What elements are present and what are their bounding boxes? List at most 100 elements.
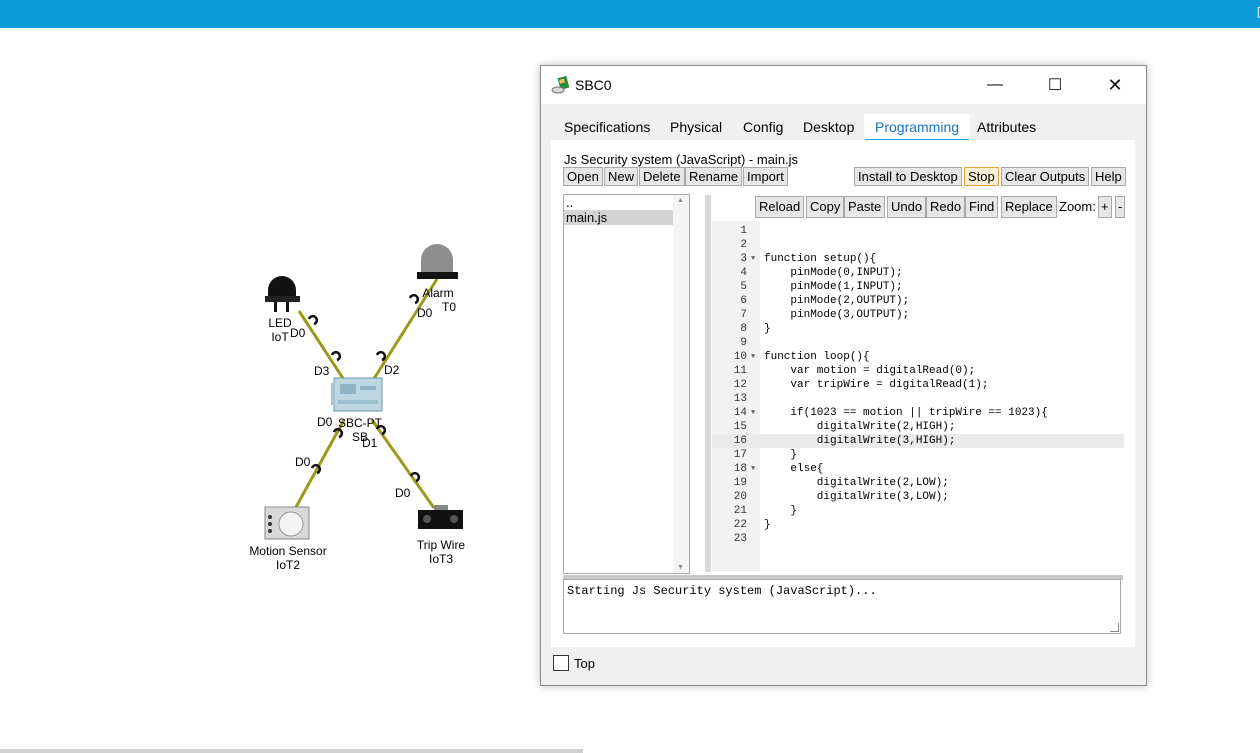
fold-arrow-icon[interactable]: ▼ — [751, 252, 755, 266]
zoom-in-button[interactable]: + — [1098, 196, 1112, 218]
tab-attributes[interactable]: Attributes — [966, 114, 1047, 140]
led-label: LED IoT — [268, 316, 292, 344]
scroll-down-arrow-icon[interactable]: ▼ — [677, 564, 684, 571]
code-line[interactable]: 16 digitalWrite(3,HIGH); — [712, 434, 1124, 448]
tab-bar: Specifications Physical Config Desktop P… — [553, 114, 1135, 142]
close-button[interactable]: ✕ — [1092, 66, 1138, 104]
connector-sbc-d3 — [330, 350, 342, 362]
output-text: Starting Js Security system (JavaScript)… — [567, 584, 877, 598]
window-title: SBC0 — [575, 77, 612, 93]
find-button[interactable]: Find — [965, 196, 999, 218]
file-list-scrollbar[interactable]: ▲ ▼ — [673, 195, 689, 573]
line-number: 17 — [733, 449, 747, 461]
import-button[interactable]: Import — [743, 167, 788, 186]
window-titlebar[interactable]: SBC0 — ☐ ✕ — [541, 66, 1146, 104]
connector-sbc-d2 — [375, 350, 387, 362]
code-text: digitalWrite(3,LOW); — [764, 491, 949, 503]
code-line[interactable]: 3 ▼ function setup(){ — [712, 252, 1124, 266]
code-text: } — [764, 323, 771, 335]
code-line[interactable]: 20 digitalWrite(3,LOW); — [712, 490, 1124, 504]
code-line[interactable]: 15 digitalWrite(2,HIGH); — [712, 420, 1124, 434]
app-top-bar: [ — [0, 0, 1260, 28]
sbc-board-icon[interactable] — [331, 377, 383, 412]
undo-button[interactable]: Undo — [887, 196, 927, 218]
install-to-desktop-button[interactable]: Install to Desktop — [854, 167, 962, 186]
code-line[interactable]: 12 var tripWire = digitalRead(1); — [712, 378, 1124, 392]
code-text: pinMode(0,INPUT); — [764, 267, 903, 279]
code-line[interactable]: 2 — [712, 238, 1124, 252]
tab-specifications[interactable]: Specifications — [553, 114, 661, 140]
scroll-up-arrow-icon[interactable]: ▲ — [677, 197, 684, 204]
code-line[interactable]: 23 — [712, 532, 1124, 546]
redo-button[interactable]: Redo — [926, 196, 966, 218]
connector-led — [307, 314, 319, 326]
line-number: 9 — [740, 337, 747, 349]
rename-button[interactable]: Rename — [685, 167, 743, 186]
code-line[interactable]: 9 — [712, 336, 1124, 350]
code-text: } — [764, 519, 771, 531]
reload-button[interactable]: Reload — [755, 196, 805, 218]
code-line[interactable]: 4 pinMode(0,INPUT); — [712, 266, 1124, 280]
horizontal-scrollbar[interactable] — [0, 749, 583, 753]
zoom-out-button[interactable]: - — [1115, 196, 1126, 218]
sbc-port-d0-label: D0 — [317, 415, 333, 429]
line-number: 22 — [733, 519, 747, 531]
led-device-icon[interactable] — [265, 276, 300, 312]
code-line[interactable]: 1 — [712, 224, 1124, 238]
output-console[interactable]: Starting Js Security system (JavaScript)… — [563, 579, 1121, 634]
pane-splitter[interactable] — [705, 195, 711, 572]
minimize-button[interactable]: — — [972, 66, 1018, 104]
copy-button[interactable]: Copy — [806, 196, 845, 218]
tab-desktop[interactable]: Desktop — [792, 114, 865, 140]
tab-physical[interactable]: Physical — [659, 114, 733, 140]
code-line[interactable]: 22} — [712, 518, 1124, 532]
line-number: 15 — [733, 421, 747, 433]
file-item-parent[interactable]: .. — [564, 195, 689, 210]
fold-arrow-icon[interactable]: ▼ — [751, 406, 755, 420]
code-text: } — [764, 449, 798, 461]
tab-programming[interactable]: Programming — [864, 114, 971, 142]
code-line[interactable]: 13 — [712, 392, 1124, 406]
paste-button[interactable]: Paste — [844, 196, 886, 218]
file-item-main-js[interactable]: main.js — [564, 210, 673, 225]
code-line[interactable]: 17 } — [712, 448, 1124, 462]
delete-button[interactable]: Delete — [639, 167, 685, 186]
resize-grip-icon[interactable] — [1110, 623, 1119, 632]
code-line[interactable]: 10 ▼ function loop(){ — [712, 350, 1124, 364]
project-title: Js Security system (JavaScript) - main.j… — [564, 152, 799, 167]
maximize-button[interactable]: ☐ — [1032, 66, 1078, 104]
code-line[interactable]: 6 pinMode(2,OUTPUT); — [712, 294, 1124, 308]
alarm-device-icon[interactable] — [417, 244, 458, 279]
motion-sensor-icon[interactable] — [264, 506, 310, 540]
open-button[interactable]: Open — [563, 167, 603, 186]
file-list[interactable]: .. main.js ▲ ▼ — [563, 194, 690, 574]
code-editor[interactable]: 1 2 3 ▼ function setup(){4 pinMode(0,INPUT);… — [712, 221, 1124, 572]
top-checkbox[interactable] — [553, 655, 569, 671]
new-button[interactable]: New — [604, 167, 639, 186]
code-line[interactable]: 21 } — [712, 504, 1124, 518]
clear-outputs-button[interactable]: Clear Outputs — [1001, 167, 1090, 186]
code-line[interactable]: 5 pinMode(1,INPUT); — [712, 280, 1124, 294]
code-line[interactable]: 14 ▼ if(1023 == motion || tripWire == 102… — [712, 406, 1124, 420]
stop-button[interactable]: Stop — [964, 167, 999, 186]
help-button[interactable]: Help — [1091, 167, 1126, 186]
code-line[interactable]: 11 var motion = digitalRead(0); — [712, 364, 1124, 378]
code-line[interactable]: 8} — [712, 322, 1124, 336]
line-number: 4 — [740, 267, 747, 279]
fold-arrow-icon[interactable]: ▼ — [751, 350, 755, 364]
code-line[interactable]: 18 ▼ else{ — [712, 462, 1124, 476]
tab-config[interactable]: Config — [732, 114, 794, 140]
code-line[interactable]: 7 pinMode(3,OUTPUT); — [712, 308, 1124, 322]
line-number: 16 — [733, 435, 747, 447]
code-text: function setup(){ — [764, 253, 877, 265]
line-number: 21 — [733, 505, 747, 517]
code-text: pinMode(1,INPUT); — [764, 281, 903, 293]
replace-button[interactable]: Replace — [1001, 196, 1057, 218]
line-number: 23 — [733, 533, 747, 545]
fold-arrow-icon[interactable]: ▼ — [751, 462, 755, 476]
code-line[interactable]: 19 digitalWrite(2,LOW); — [712, 476, 1124, 490]
trip-wire-icon[interactable] — [418, 505, 463, 529]
zoom-label: Zoom: — [1059, 199, 1096, 214]
code-text: else{ — [764, 463, 824, 475]
line-number: 5 — [740, 281, 747, 293]
